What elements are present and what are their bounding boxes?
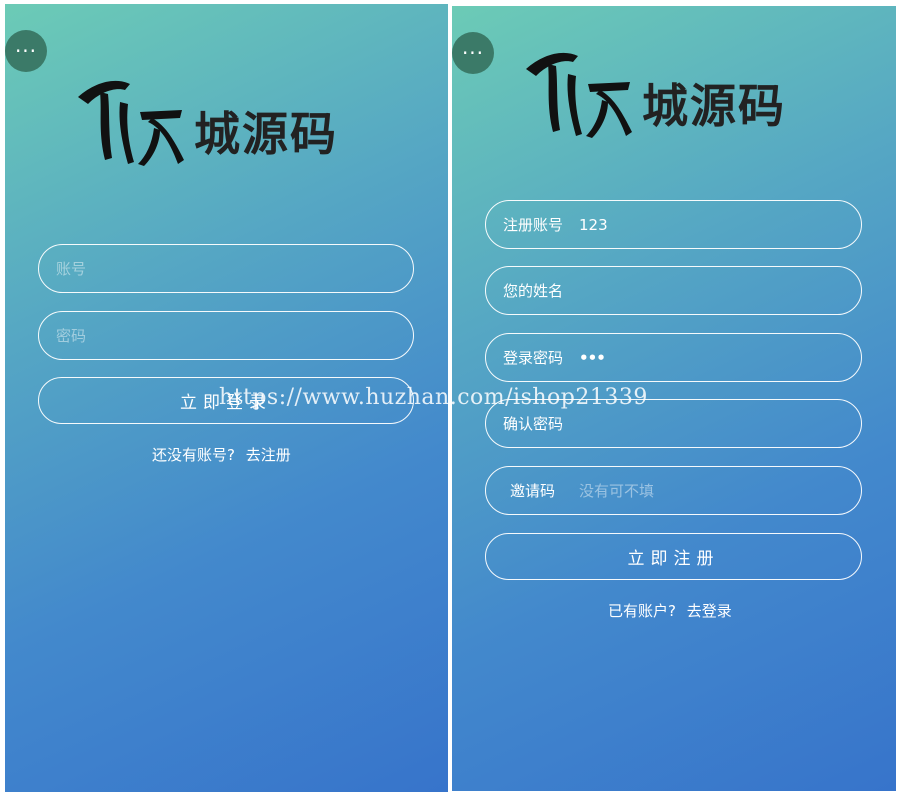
- brand-logo-text: 城源码: [642, 79, 786, 133]
- confirm-password-input[interactable]: [579, 414, 780, 433]
- register-prompt: 还没有账号? 去注册: [152, 444, 291, 465]
- go-login-link[interactable]: 去登录: [687, 602, 732, 620]
- account-input[interactable]: [56, 259, 356, 278]
- login-prompt: 已有账户? 去登录: [608, 600, 732, 621]
- account-field[interactable]: [38, 244, 414, 293]
- invite-code-label: 邀请码: [510, 482, 556, 500]
- more-icon: ···: [461, 41, 485, 65]
- confirm-password-label: 确认密码: [503, 415, 564, 433]
- register-account-input[interactable]: [579, 215, 780, 234]
- name-label: 您的姓名: [503, 282, 564, 300]
- name-input[interactable]: [579, 281, 780, 300]
- invite-code-field[interactable]: 邀请码: [485, 466, 862, 515]
- login-password-field[interactable]: 登录密码 •••: [485, 333, 862, 382]
- no-account-text: 还没有账号?: [152, 446, 235, 464]
- login-password-label: 登录密码: [503, 349, 564, 367]
- more-icon: ···: [14, 39, 38, 63]
- brand-logo-text: 城源码: [194, 107, 338, 161]
- password-field[interactable]: [38, 311, 414, 360]
- invite-code-input[interactable]: [579, 481, 780, 500]
- more-menu-button[interactable]: ···: [452, 32, 494, 74]
- register-account-field[interactable]: 注册账号: [485, 200, 862, 249]
- have-account-text: 已有账户?: [608, 602, 676, 620]
- name-field[interactable]: 您的姓名: [485, 266, 862, 315]
- more-menu-button[interactable]: ···: [5, 30, 47, 72]
- password-input[interactable]: [56, 326, 356, 345]
- brand-logo: 城源码: [518, 44, 786, 144]
- brand-logo: 城源码: [70, 72, 338, 172]
- register-account-label: 注册账号: [503, 216, 564, 234]
- register-button[interactable]: 立即注册: [485, 533, 862, 580]
- watermark-url: https://www.huzhan.com/ishop21339: [219, 385, 648, 410]
- login-password-value[interactable]: •••: [579, 349, 606, 367]
- calligraphy-logo-icon: [526, 52, 632, 138]
- go-register-link[interactable]: 去注册: [246, 446, 291, 464]
- calligraphy-logo-icon: [78, 80, 184, 166]
